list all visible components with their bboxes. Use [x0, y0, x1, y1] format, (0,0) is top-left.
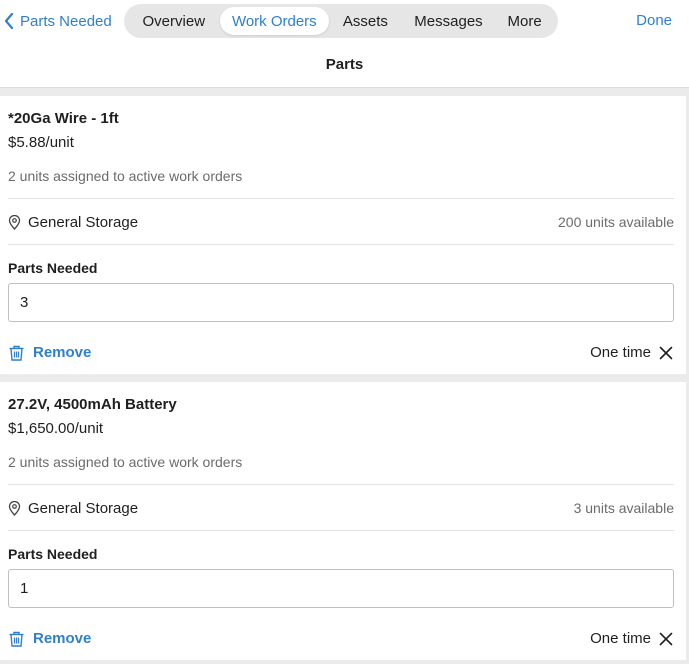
divider — [8, 484, 674, 485]
frequency: One time — [590, 630, 674, 647]
assigned-units-text: 2 units assigned to active work orders — [8, 454, 243, 470]
close-icon[interactable] — [658, 631, 674, 647]
parts-needed-label: Parts Needed — [8, 260, 98, 276]
map-pin-icon — [8, 501, 21, 516]
parts-needed-input[interactable] — [8, 283, 674, 322]
remove-button[interactable]: Remove — [8, 630, 91, 647]
location-name: General Storage — [28, 500, 139, 517]
part-card: 27.2V, 4500mAh Battery $1,650.00/unit 2 … — [0, 382, 686, 660]
done-button[interactable]: Done — [636, 12, 672, 29]
back-button[interactable]: Parts Needed — [4, 10, 112, 32]
tab-work-orders[interactable]: Work Orders — [219, 7, 330, 35]
page-title: Parts — [325, 56, 364, 73]
map-pin-icon — [8, 215, 21, 230]
part-price: $1,650.00/unit — [8, 420, 104, 437]
parts-needed-label: Parts Needed — [8, 546, 98, 562]
part-name: *20Ga Wire - 1ft — [8, 110, 119, 127]
location-name: General Storage — [28, 214, 139, 231]
chevron-left-icon — [4, 13, 14, 29]
remove-label: Remove — [33, 630, 92, 647]
units-available: 200 units available — [558, 214, 674, 230]
trash-icon — [9, 631, 24, 647]
divider — [8, 244, 674, 245]
tab-overview[interactable]: Overview — [128, 7, 220, 35]
assigned-units-text: 2 units assigned to active work orders — [8, 168, 243, 184]
divider — [8, 530, 674, 531]
part-card: *20Ga Wire - 1ft $5.88/unit 2 units assi… — [0, 96, 686, 374]
part-name: 27.2V, 4500mAh Battery — [8, 396, 177, 413]
close-icon[interactable] — [658, 345, 674, 361]
units-available: 3 units available — [573, 500, 674, 516]
tab-assets[interactable]: Assets — [329, 7, 402, 35]
parts-needed-input[interactable] — [8, 569, 674, 608]
top-navigation-bar: Parts Needed Overview Work Orders Assets… — [0, 0, 689, 88]
location: General Storage — [8, 500, 138, 517]
frequency-label[interactable]: One time — [590, 630, 651, 647]
divider — [8, 198, 674, 199]
tab-messages[interactable]: Messages — [402, 7, 496, 35]
trash-icon — [9, 345, 24, 361]
frequency: One time — [590, 344, 674, 361]
part-price: $5.88/unit — [8, 134, 74, 151]
back-button-label: Parts Needed — [20, 12, 112, 30]
remove-button[interactable]: Remove — [8, 344, 91, 361]
location: General Storage — [8, 214, 138, 231]
tab-more[interactable]: More — [495, 7, 554, 35]
segmented-tabs: Overview Work Orders Assets Messages Mor… — [124, 4, 558, 38]
remove-label: Remove — [33, 344, 92, 361]
frequency-label[interactable]: One time — [590, 344, 651, 361]
